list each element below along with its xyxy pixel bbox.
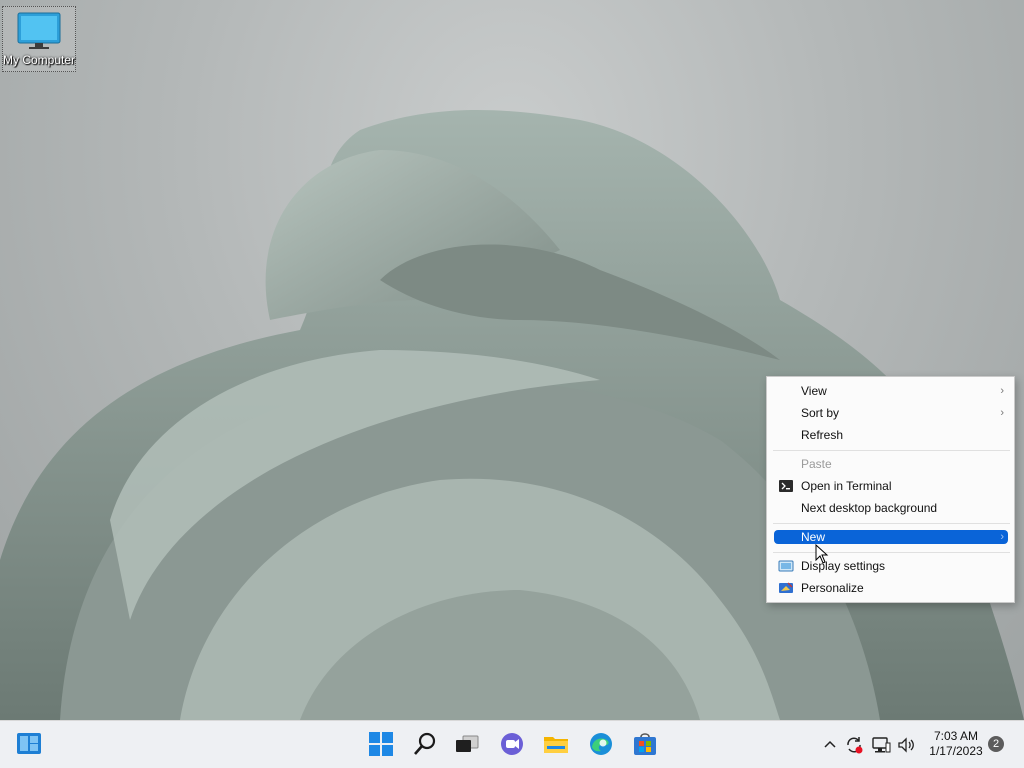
desktop-icon-my-computer[interactable]: My Computer	[2, 6, 76, 72]
taskbar-clock[interactable]: 7:03 AM 1/17/2023	[922, 729, 990, 759]
menu-item-refresh[interactable]: Refresh	[774, 428, 1008, 442]
menu-item-open-in-terminal[interactable]: Open in Terminal	[774, 479, 1008, 493]
sync-alert-icon	[847, 737, 863, 754]
show-hidden-icons-button[interactable]	[820, 735, 840, 755]
chevron-right-icon: ›	[1000, 407, 1004, 419]
volume-tray-button[interactable]	[896, 735, 916, 755]
menu-item-label: Open in Terminal	[801, 479, 892, 493]
menu-item-label: Refresh	[801, 428, 844, 442]
terminal-icon	[779, 480, 793, 492]
file-explorer-icon	[544, 737, 568, 753]
wallpaper-bloom	[0, 110, 1024, 720]
menu-item-label: Display settings	[801, 559, 886, 573]
file-explorer-button[interactable]	[543, 731, 569, 757]
menu-separator	[773, 450, 1010, 451]
menu-item-label: New	[801, 530, 826, 544]
search-icon	[414, 732, 436, 755]
personalize-icon	[779, 582, 793, 593]
clock-time: 7:03 AM	[933, 729, 979, 743]
menu-item-label: Paste	[801, 457, 832, 471]
menu-item-label: View	[801, 384, 827, 398]
menu-separator	[773, 552, 1010, 553]
chevron-right-icon: ›	[1000, 531, 1004, 543]
start-button[interactable]	[368, 731, 394, 757]
clock-date: 1/17/2023	[929, 744, 983, 758]
chevron-up-icon	[824, 740, 836, 748]
menu-item-next-desktop-background[interactable]: Next desktop background	[774, 501, 1008, 515]
network-icon	[872, 737, 891, 753]
mouse-cursor-icon	[815, 544, 829, 564]
chat-button[interactable]	[499, 731, 525, 757]
menu-item-display-settings[interactable]: Display settings	[774, 559, 1008, 573]
widgets-button[interactable]	[16, 731, 42, 757]
volume-icon	[898, 737, 914, 753]
context-menu: View › Sort by › Refresh Paste Open in T…	[766, 376, 1015, 603]
menu-item-view[interactable]: View ›	[774, 384, 1008, 398]
chat-icon	[501, 733, 523, 755]
task-view-button[interactable]	[454, 731, 480, 757]
sync-tray-button[interactable]	[844, 735, 864, 755]
start-icon	[369, 732, 393, 756]
notification-count-badge[interactable]: 2	[988, 736, 1004, 752]
menu-item-new[interactable]: New ›	[774, 530, 1008, 544]
network-tray-button[interactable]	[871, 735, 891, 755]
menu-separator	[773, 523, 1010, 524]
menu-item-sort-by[interactable]: Sort by ›	[774, 406, 1008, 420]
display-settings-icon	[778, 560, 794, 572]
search-button[interactable]	[412, 731, 438, 757]
desktop[interactable]: My Computer View › Sort by › Refresh Pas…	[0, 0, 1024, 720]
menu-item-label: Personalize	[801, 581, 864, 595]
menu-item-label: Sort by	[801, 406, 840, 420]
menu-item-paste: Paste	[774, 457, 1008, 471]
monitor-icon	[17, 12, 61, 49]
menu-item-personalize[interactable]: Personalize	[774, 581, 1008, 595]
taskbar: 7:03 AM 1/17/2023 2	[0, 720, 1024, 768]
edge-button[interactable]	[588, 731, 614, 757]
desktop-icon-label: My Computer	[3, 53, 76, 67]
store-button[interactable]	[632, 731, 658, 757]
edge-icon	[590, 733, 612, 755]
task-view-icon	[456, 735, 479, 752]
menu-item-label: Next desktop background	[801, 501, 938, 515]
widgets-icon	[17, 733, 41, 754]
chevron-right-icon: ›	[1000, 385, 1004, 397]
store-icon	[634, 733, 656, 755]
